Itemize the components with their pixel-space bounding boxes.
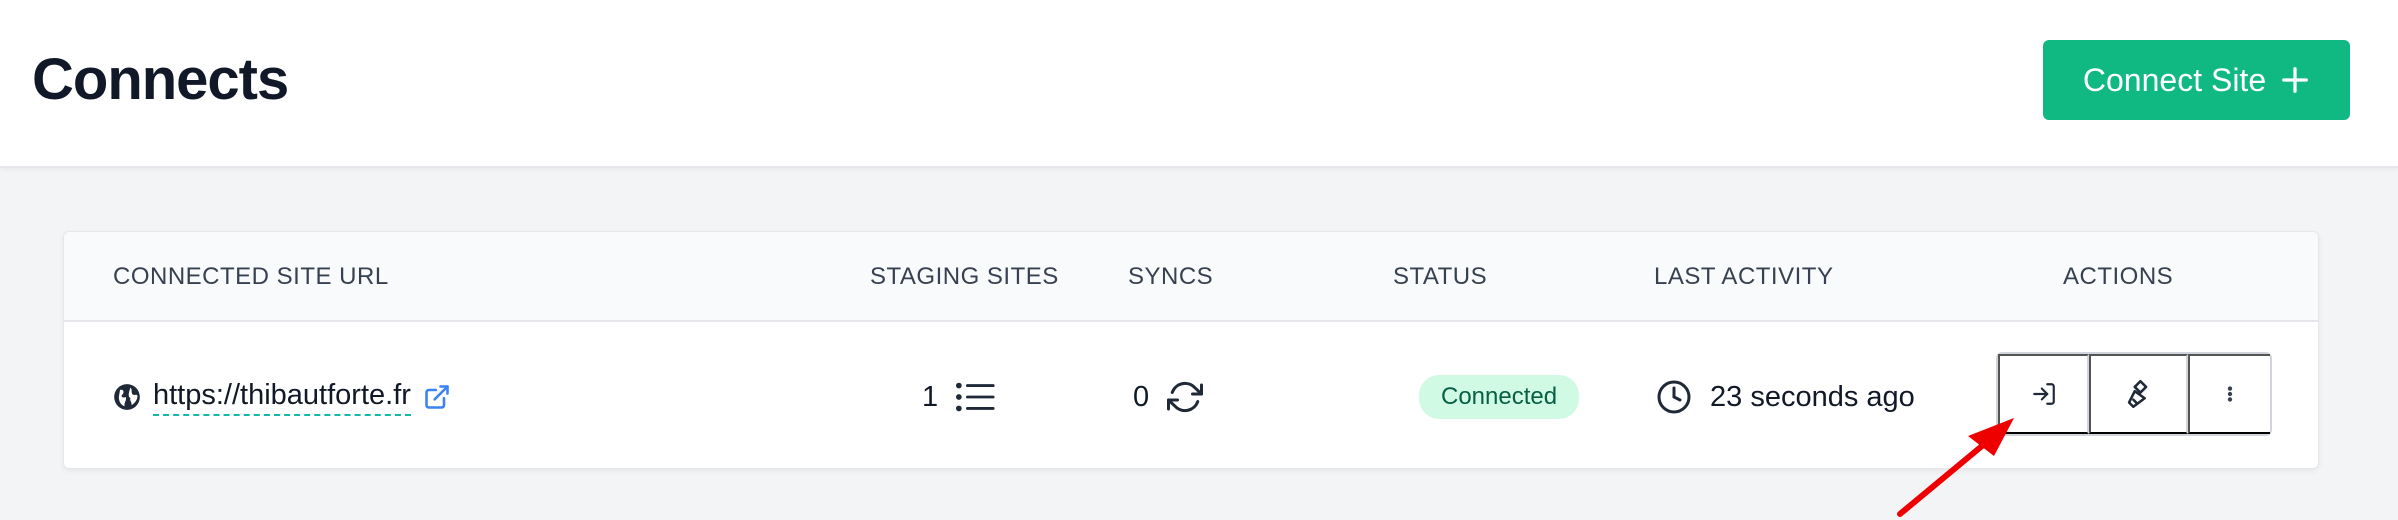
annotation-arrow-icon	[1897, 418, 2014, 517]
page-title: Connects	[32, 47, 289, 112]
column-header-syncs: SYNCS	[1128, 263, 1214, 290]
brush-icon	[2127, 379, 2147, 409]
staging-sites-count: 1	[922, 380, 939, 413]
more-vertical-icon	[2227, 386, 2233, 402]
column-header-staging-sites: STAGING SITES	[870, 263, 1059, 290]
column-header-actions: ACTIONS	[2063, 263, 2174, 290]
status-cell: Connected	[1419, 324, 1580, 468]
login-icon	[2032, 383, 2055, 405]
column-header-url: CONNECTED SITE URL	[113, 263, 389, 290]
syncs-cell: 0	[1133, 324, 1204, 468]
site-url-link[interactable]: https://thibautforte.fr	[153, 379, 411, 416]
list-icon[interactable]	[956, 382, 996, 412]
status-badge: Connected	[1419, 375, 1580, 419]
actions-button-group	[1996, 352, 2272, 436]
external-link-icon[interactable]	[423, 383, 451, 411]
connect-site-label: Connect Site	[2082, 61, 2267, 98]
refresh-icon[interactable]	[1167, 379, 1204, 415]
clock-icon	[1657, 380, 1691, 414]
column-header-last-activity: LAST ACTIVITY	[1654, 263, 1834, 290]
table-header: CONNECTED SITE URL STAGING SITES SYNCS S…	[64, 232, 2318, 322]
syncs-count: 0	[1133, 380, 1150, 413]
staging-sites-cell: 1	[922, 324, 996, 468]
more-options-button[interactable]	[2188, 354, 2270, 434]
globe-icon	[114, 384, 140, 410]
url-cell: https://thibautforte.fr	[113, 324, 451, 468]
connect-site-button[interactable]: Connect Site	[2043, 40, 2350, 120]
last-activity-cell: 23 seconds ago	[1656, 324, 1915, 468]
plus-icon	[2282, 67, 2308, 93]
last-activity-text: 23 seconds ago	[1710, 380, 1915, 413]
clean-cache-button[interactable]	[2089, 354, 2188, 434]
top-bar: Connects Connect Site	[0, 0, 2398, 168]
column-header-status: STATUS	[1393, 263, 1488, 290]
